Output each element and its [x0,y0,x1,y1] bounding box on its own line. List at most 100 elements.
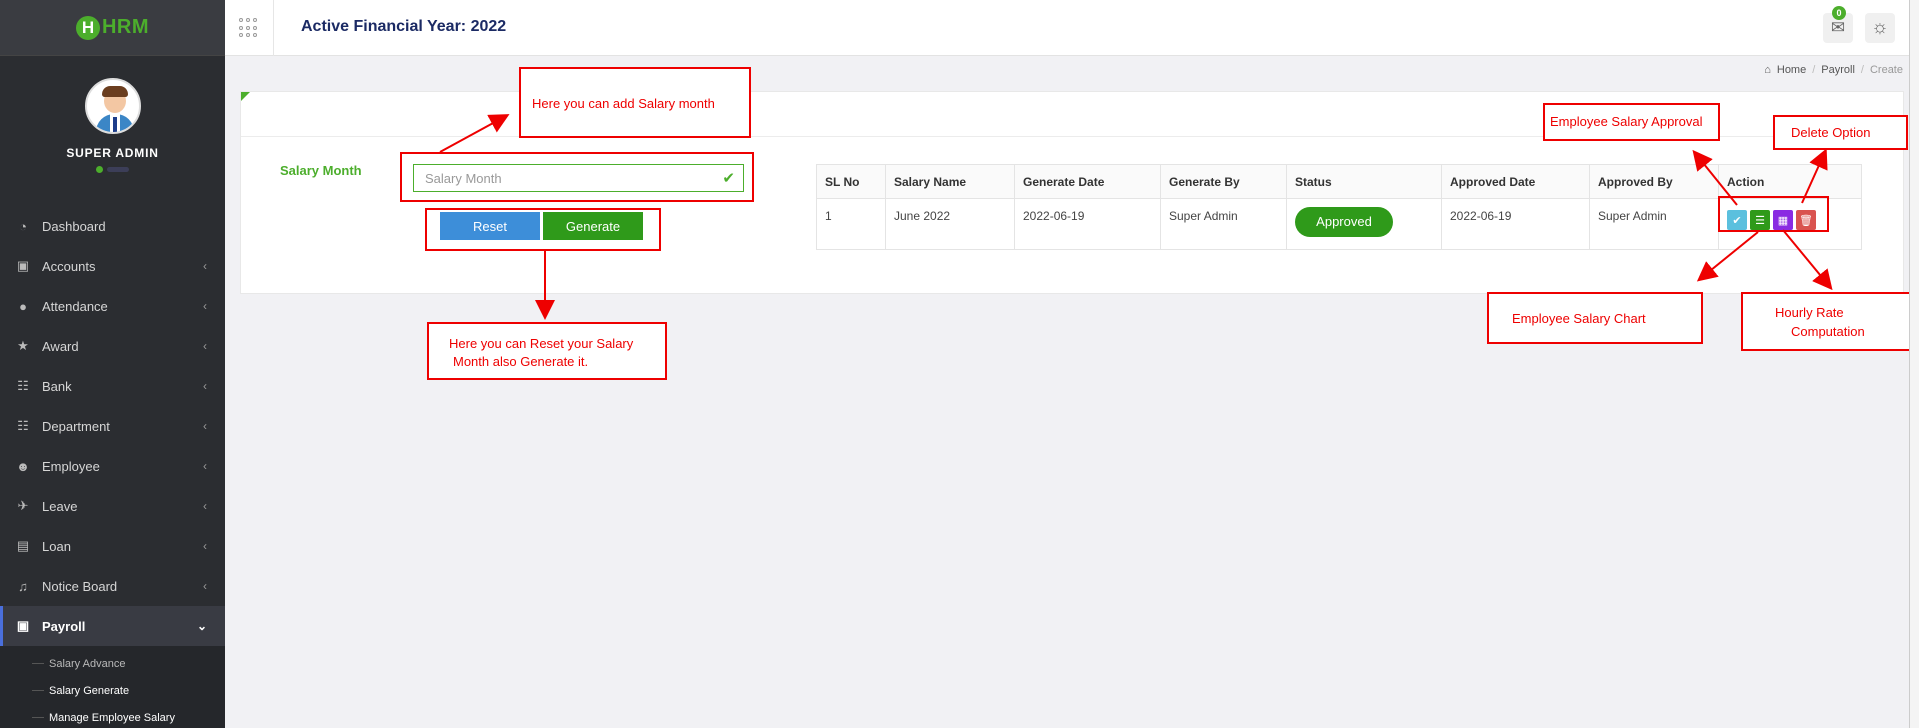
column-header: Approved By [1589,164,1719,199]
sidebar-item-attendance[interactable]: ● Attendance ‹ [0,286,225,326]
breadcrumb-separator: / [1812,64,1816,76]
annotation-salary-chart: Employee Salary Chart [1487,292,1703,344]
submenu-item-salary-advance[interactable]: Salary Advance [0,650,225,677]
sidebar-item-label: Leave [42,498,78,514]
annotation-text: Month also Generate it. [453,354,589,369]
cell-generate-date: 2022-06-19 [1014,198,1161,250]
submenu-item-manage-employee-salary[interactable]: Manage Employee Salary [0,704,225,728]
breadcrumb: ⌂ Home / Payroll / Create [1764,64,1903,76]
sidebar-item-payroll[interactable]: ▣ Payroll ⌄ [0,606,225,646]
sidebar-item-label: Loan [42,538,71,554]
sidebar-item-dashboard[interactable]: ◔ Dashboard [0,206,225,246]
logo-bar: H HRM [0,0,225,56]
card-icon: ▣ [16,618,30,633]
sidebar-item-label: Bank [42,378,72,394]
user-profile: SUPER ADMIN [0,56,225,206]
sidebar-item-bank[interactable]: ☷ Bank ‹ [0,366,225,406]
money-icon: ▤ [16,538,30,553]
sidebar-item-label: Dashboard [42,218,106,234]
submenu-item-salary-generate[interactable]: Salary Generate [0,677,225,704]
sidebar-item-label: Accounts [42,258,96,274]
chevron-left-icon: ‹ [203,539,207,553]
topbar: Active Financial Year: 2022 ✉ 0 ☼ [225,0,1919,56]
payroll-submenu: Salary Advance Salary Generate Manage Em… [0,646,225,728]
chevron-left-icon: ‹ [203,499,207,513]
apps-grid-icon[interactable] [239,18,259,38]
app-logo[interactable]: H HRM [75,15,150,40]
annotation-text: Computation [1791,324,1865,339]
annotation-salary-approval: Employee Salary Approval [1543,103,1720,141]
sidebar-item-award[interactable]: ★ Award ‹ [0,326,225,366]
sidebar-item-label: Award [42,338,79,354]
sidebar-menu: ◔ Dashboard ▣ Accounts ‹ ● Attendance ‹ … [0,206,225,728]
cell-sl-no: 1 [816,198,886,250]
sidebar-item-label: Payroll [42,618,86,634]
column-header: Action [1718,164,1862,199]
sidebar-item-label: Attendance [42,298,108,314]
chevron-left-icon: ‹ [203,379,207,393]
sidebar-item-loan[interactable]: ▤ Loan ‹ [0,526,225,566]
annotation-add-month: Here you can add Salary month [519,67,751,138]
bell-icon: ♫ [18,578,28,594]
annotation-text: Employee Salary Chart [1512,311,1646,326]
profile-name: SUPER ADMIN [66,146,159,160]
annotation-highlight-input [400,152,754,202]
column-header: Generate Date [1014,164,1161,199]
online-bar [107,167,129,172]
sidebar-item-accounts[interactable]: ▣ Accounts ‹ [0,246,225,286]
sidebar-item-department[interactable]: ☷ Department ‹ [0,406,225,446]
page-scrollbar[interactable] [1909,0,1919,728]
annotation-highlight-buttons [425,208,661,251]
breadcrumb-separator: / [1860,64,1864,76]
sidebar-item-notice-board[interactable]: ♫ Notice Board ‹ [0,566,225,606]
online-status [0,166,225,173]
mail-count-badge: 0 [1832,6,1846,20]
annotation-text: Delete Option [1791,125,1871,140]
annotation-text: Here you can Reset your Salary [449,336,634,351]
salary-month-label: Salary Month [280,163,362,178]
sidebar-item-label: Department [42,418,110,434]
chevron-left-icon: ‹ [203,459,207,473]
sidebar-item-label: Employee [42,458,100,474]
breadcrumb-home[interactable]: Home [1777,64,1806,76]
sidebar-item-employee[interactable]: ☻ Employee ‹ [0,446,225,486]
card-corner-marker [241,92,250,101]
topbar-divider [273,0,274,56]
chevron-left-icon: ‹ [203,299,207,313]
cell-generate-by: Super Admin [1160,198,1287,250]
cell-salary-name: June 2022 [885,198,1015,250]
annotation-reset-generate: Here you can Reset your Salary Month als… [427,322,667,380]
annotation-hourly-rate: Hourly Rate Computation [1741,292,1911,351]
page-title: Active Financial Year: 2022 [301,18,507,35]
chevron-left-icon: ‹ [203,339,207,353]
column-header: Generate By [1160,164,1287,199]
cell-status: Approved [1286,198,1442,250]
chevron-down-icon: ⌄ [196,619,207,633]
gear-icon[interactable]: ☼ [1865,13,1895,43]
employee-icon: ☻ [16,458,30,474]
attendance-icon: ● [19,298,27,314]
plane-icon: ✈ [17,498,29,513]
annotation-highlight-actions [1718,196,1829,232]
home-icon: ⌂ [1764,64,1771,76]
chevron-left-icon: ‹ [203,259,207,273]
dashboard-icon: ◔ [19,218,27,234]
breadcrumb-current: Create [1869,64,1903,76]
column-header: Salary Name [885,164,1015,199]
sidebar-item-label: Notice Board [42,578,118,594]
table-row: 1 June 2022 2022-06-19 Super Admin Appro… [816,198,1862,250]
status-badge: Approved [1295,207,1393,237]
annotation-delete-option: Delete Option [1773,115,1908,150]
table-header-row: SL No Salary Name Generate Date Generate… [816,164,1862,199]
logo-mark: H [75,15,100,40]
chevron-left-icon: ‹ [203,579,207,593]
cell-approved-date: 2022-06-19 [1441,198,1590,250]
logo-text: HRM [101,16,150,38]
column-header: Approved Date [1441,164,1590,199]
salary-table: SL No Salary Name Generate Date Generate… [816,164,1862,250]
sidebar-item-leave[interactable]: ✈ Leave ‹ [0,486,225,526]
avatar[interactable] [84,78,141,134]
breadcrumb-payroll[interactable]: Payroll [1821,64,1855,76]
column-header: SL No [816,164,886,199]
cell-approved-by: Super Admin [1589,198,1719,250]
